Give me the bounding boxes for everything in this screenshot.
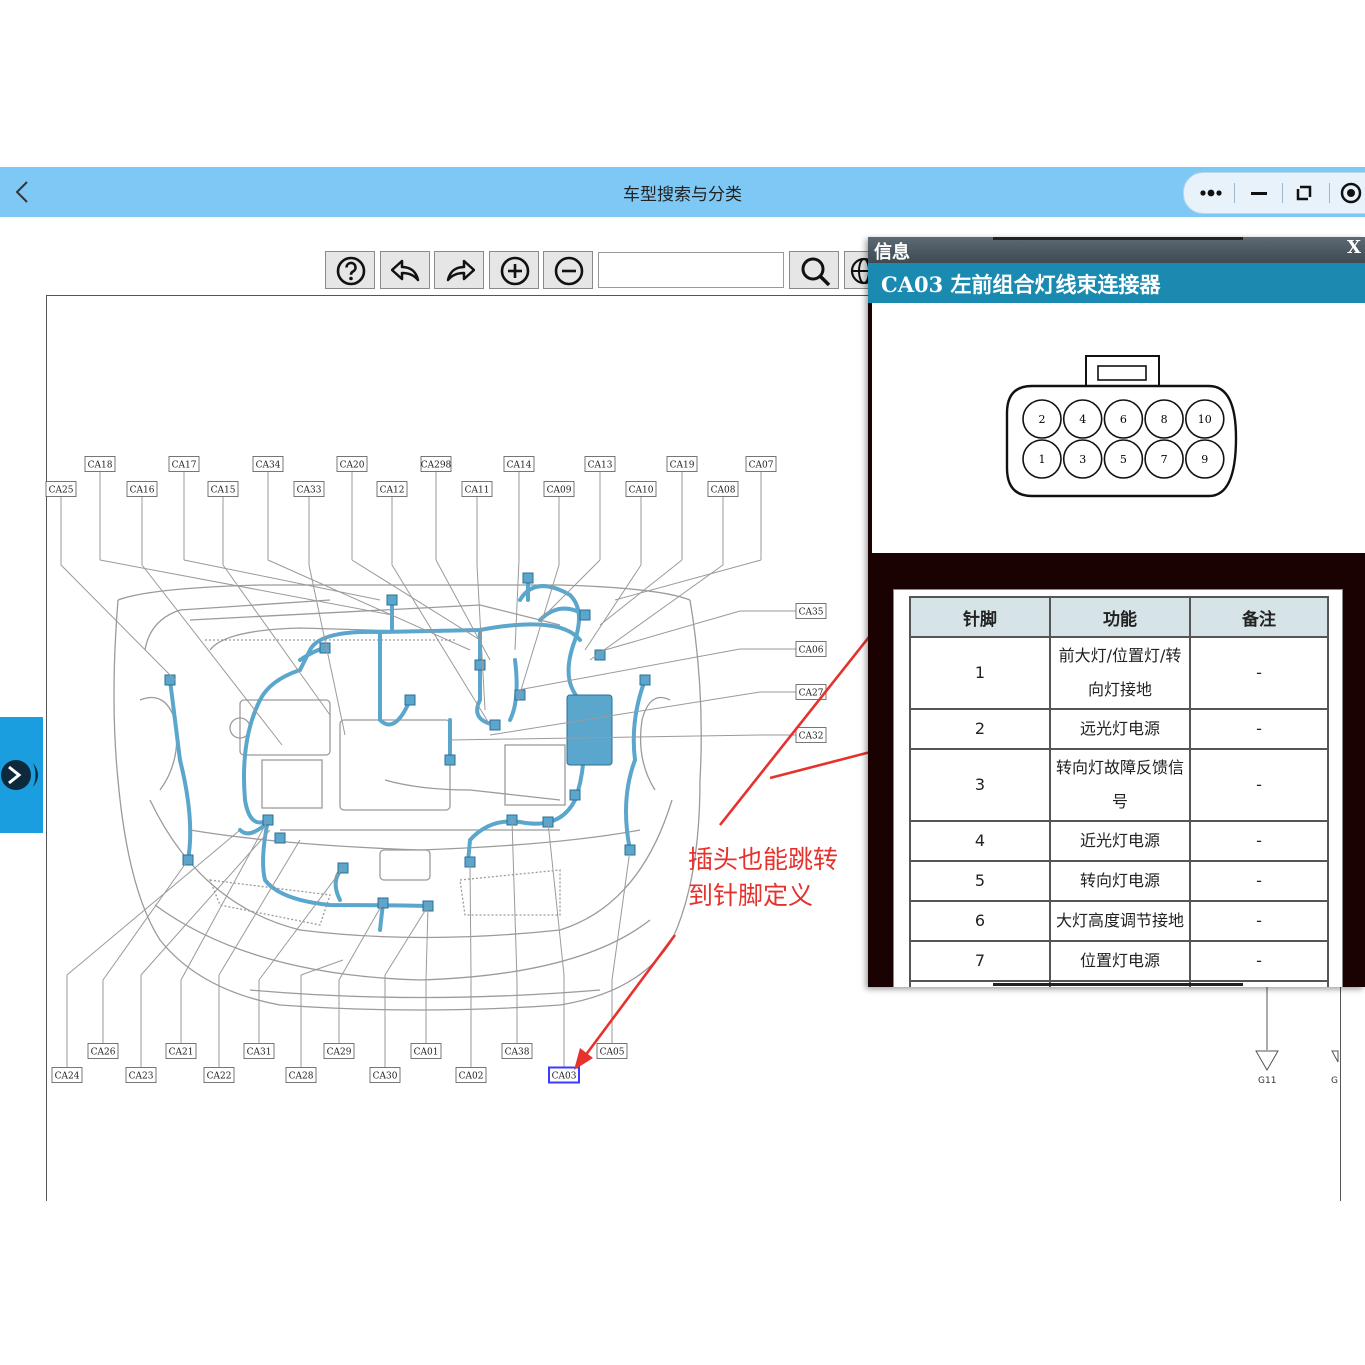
capsule-divider [1234,183,1235,203]
column-header-pin: 针脚 [909,596,1051,638]
redo-button[interactable] [434,251,484,289]
connector-pin-number: 7 [1161,453,1168,466]
pin-function-cell: 前大灯/位置灯/转向灯接地 [1049,636,1191,710]
globe-icon [850,257,869,285]
redo-arrow-icon [446,259,475,282]
table-row[interactable]: 4 近光灯电源 - [909,820,1329,862]
double-chevron-right-icon [1,760,38,790]
pin-function-cell: 转向灯电源 [1049,860,1191,902]
connector-pin-number: 4 [1079,413,1086,426]
connector-pin-number: 9 [1201,453,1208,466]
pin-note-cell: - [1189,900,1329,942]
more-options-button[interactable] [1198,181,1224,205]
pin-note-cell: - [1189,636,1329,710]
connector-pinout-drawing: 2 4 6 8 10 1 3 5 7 9 [1005,355,1238,498]
table-header-row: 针脚 功能 备注 [909,596,1329,638]
table-row[interactable]: 5 转向灯电源 - [909,860,1329,902]
zoom-out-button[interactable] [543,251,593,289]
question-circle-icon [336,256,366,286]
pin-function-cell: 大灯高度调节接地 [1049,900,1191,942]
page-title: 车型搜索与分类 [623,185,742,205]
pin-note-cell: - [1189,940,1329,982]
table-row[interactable]: 3 转向灯故障反馈信号 - [909,748,1329,822]
connector-pin-number: 1 [1039,453,1046,466]
pin-number-cell: 5 [909,860,1051,902]
mini-program-capsule [1183,172,1365,214]
search-icon [801,257,831,286]
target-circle-icon [1340,182,1362,204]
connector-pin-number: 8 [1161,413,1168,426]
column-header-note: 备注 [1189,596,1329,638]
pin-number-cell: 2 [909,708,1051,750]
restore-button[interactable] [1291,181,1317,205]
pin-number-cell: 6 [909,900,1051,942]
search-input[interactable] [598,252,784,288]
table-row[interactable]: 7 位置灯电源 - [909,940,1329,982]
capsule-divider [1282,183,1283,203]
more-dots-icon [1200,189,1222,197]
side-panel-toggle[interactable] [0,717,43,833]
zoom-in-button[interactable] [489,251,539,289]
close-miniprogram-button[interactable] [1338,181,1364,205]
close-button[interactable]: X [1347,237,1361,258]
annotation-line: 插头也能跳转 [688,845,839,874]
column-header-function: 功能 [1049,596,1191,638]
pin-function-cell: 远光灯电源 [1049,708,1191,750]
pin-definition-table-container[interactable]: 针脚 功能 备注 1 前大灯/位置灯/转向灯接地 -2 远光灯电源 -3 转向灯故障反馈信… [893,589,1343,987]
connector-title-bar: CA03 左前组合灯线束连接器 [868,263,1365,303]
pin-note-cell: - [1189,860,1329,902]
connector-pin-number: 6 [1120,413,1127,426]
search-button[interactable] [789,251,839,289]
plus-circle-icon [500,256,530,286]
pin-note-cell: - [1189,748,1329,822]
pin-function-cell: 近光灯电源 [1049,820,1191,862]
info-panel-header[interactable]: 信息 X [868,237,1365,263]
table-row[interactable]: 1 前大灯/位置灯/转向灯接地 - [909,636,1329,710]
pin-note-cell: - [1189,708,1329,750]
help-button[interactable] [325,251,375,289]
pin-number-cell: 4 [909,820,1051,862]
info-panel: 信息 X CA03 左前组合灯线束连接器 2 4 6 8 10 1 3 5 7 9 针脚 功能 备… [868,237,1365,987]
capsule-divider [1329,183,1330,203]
drag-handle[interactable] [993,237,1243,240]
connector-pin-number: 3 [1079,453,1086,466]
annotation-text: 插头也能跳转 到针脚定义 [688,842,838,914]
restore-window-icon [1296,185,1312,201]
minimize-button[interactable] [1246,181,1272,205]
language-button[interactable] [844,251,870,289]
title-bar: 车型搜索与分类 [0,167,1365,217]
undo-arrow-icon [391,259,420,282]
minimize-icon [1251,192,1267,195]
pin-function-cell: 转向灯故障反馈信号 [1049,748,1191,822]
pin-number-cell: 3 [909,748,1051,822]
pin-number-cell: 1 [909,636,1051,710]
pin-note-cell: - [1189,820,1329,862]
scrollbar-thumb[interactable] [993,983,1243,986]
pin-number-cell: 7 [909,940,1051,982]
connector-title: CA03 左前组合灯线束连接器 [881,272,1161,297]
connector-pin-number: 2 [1039,413,1046,426]
connector-pin-number: 5 [1120,453,1127,466]
info-panel-label: 信息 [874,242,910,263]
connector-face-view: 2 4 6 8 10 1 3 5 7 9 [872,303,1365,553]
pin-definition-table: 针脚 功能 备注 1 前大灯/位置灯/转向灯接地 -2 远光灯电源 -3 转向灯故障反馈信… [909,596,1329,987]
undo-button[interactable] [380,251,430,289]
annotation-line: 到针脚定义 [688,881,814,910]
table-row[interactable]: 6 大灯高度调节接地 - [909,900,1329,942]
connector-pin-number: 10 [1198,413,1212,426]
table-row[interactable]: 2 远光灯电源 - [909,708,1329,750]
minus-circle-icon [554,256,584,286]
pin-function-cell: 位置灯电源 [1049,940,1191,982]
